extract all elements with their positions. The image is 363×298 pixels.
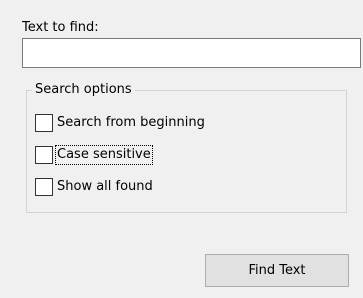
text-to-find-label: Text to find:: [22, 20, 99, 35]
search-from-beginning-checkbox[interactable]: [35, 114, 53, 132]
show-all-found-option[interactable]: Show all found: [35, 177, 153, 197]
text-to-find-input[interactable]: [22, 38, 361, 68]
case-sensitive-label[interactable]: Case sensitive: [55, 145, 153, 165]
show-all-found-checkbox[interactable]: [35, 178, 53, 196]
search-from-beginning-option[interactable]: Search from beginning: [35, 113, 205, 133]
case-sensitive-checkbox[interactable]: [35, 146, 53, 164]
show-all-found-label[interactable]: Show all found: [57, 179, 153, 195]
case-sensitive-option[interactable]: Case sensitive: [35, 145, 153, 165]
search-options-title: Search options: [32, 82, 135, 98]
search-from-beginning-label[interactable]: Search from beginning: [57, 115, 205, 131]
find-text-button[interactable]: Find Text: [205, 254, 349, 287]
